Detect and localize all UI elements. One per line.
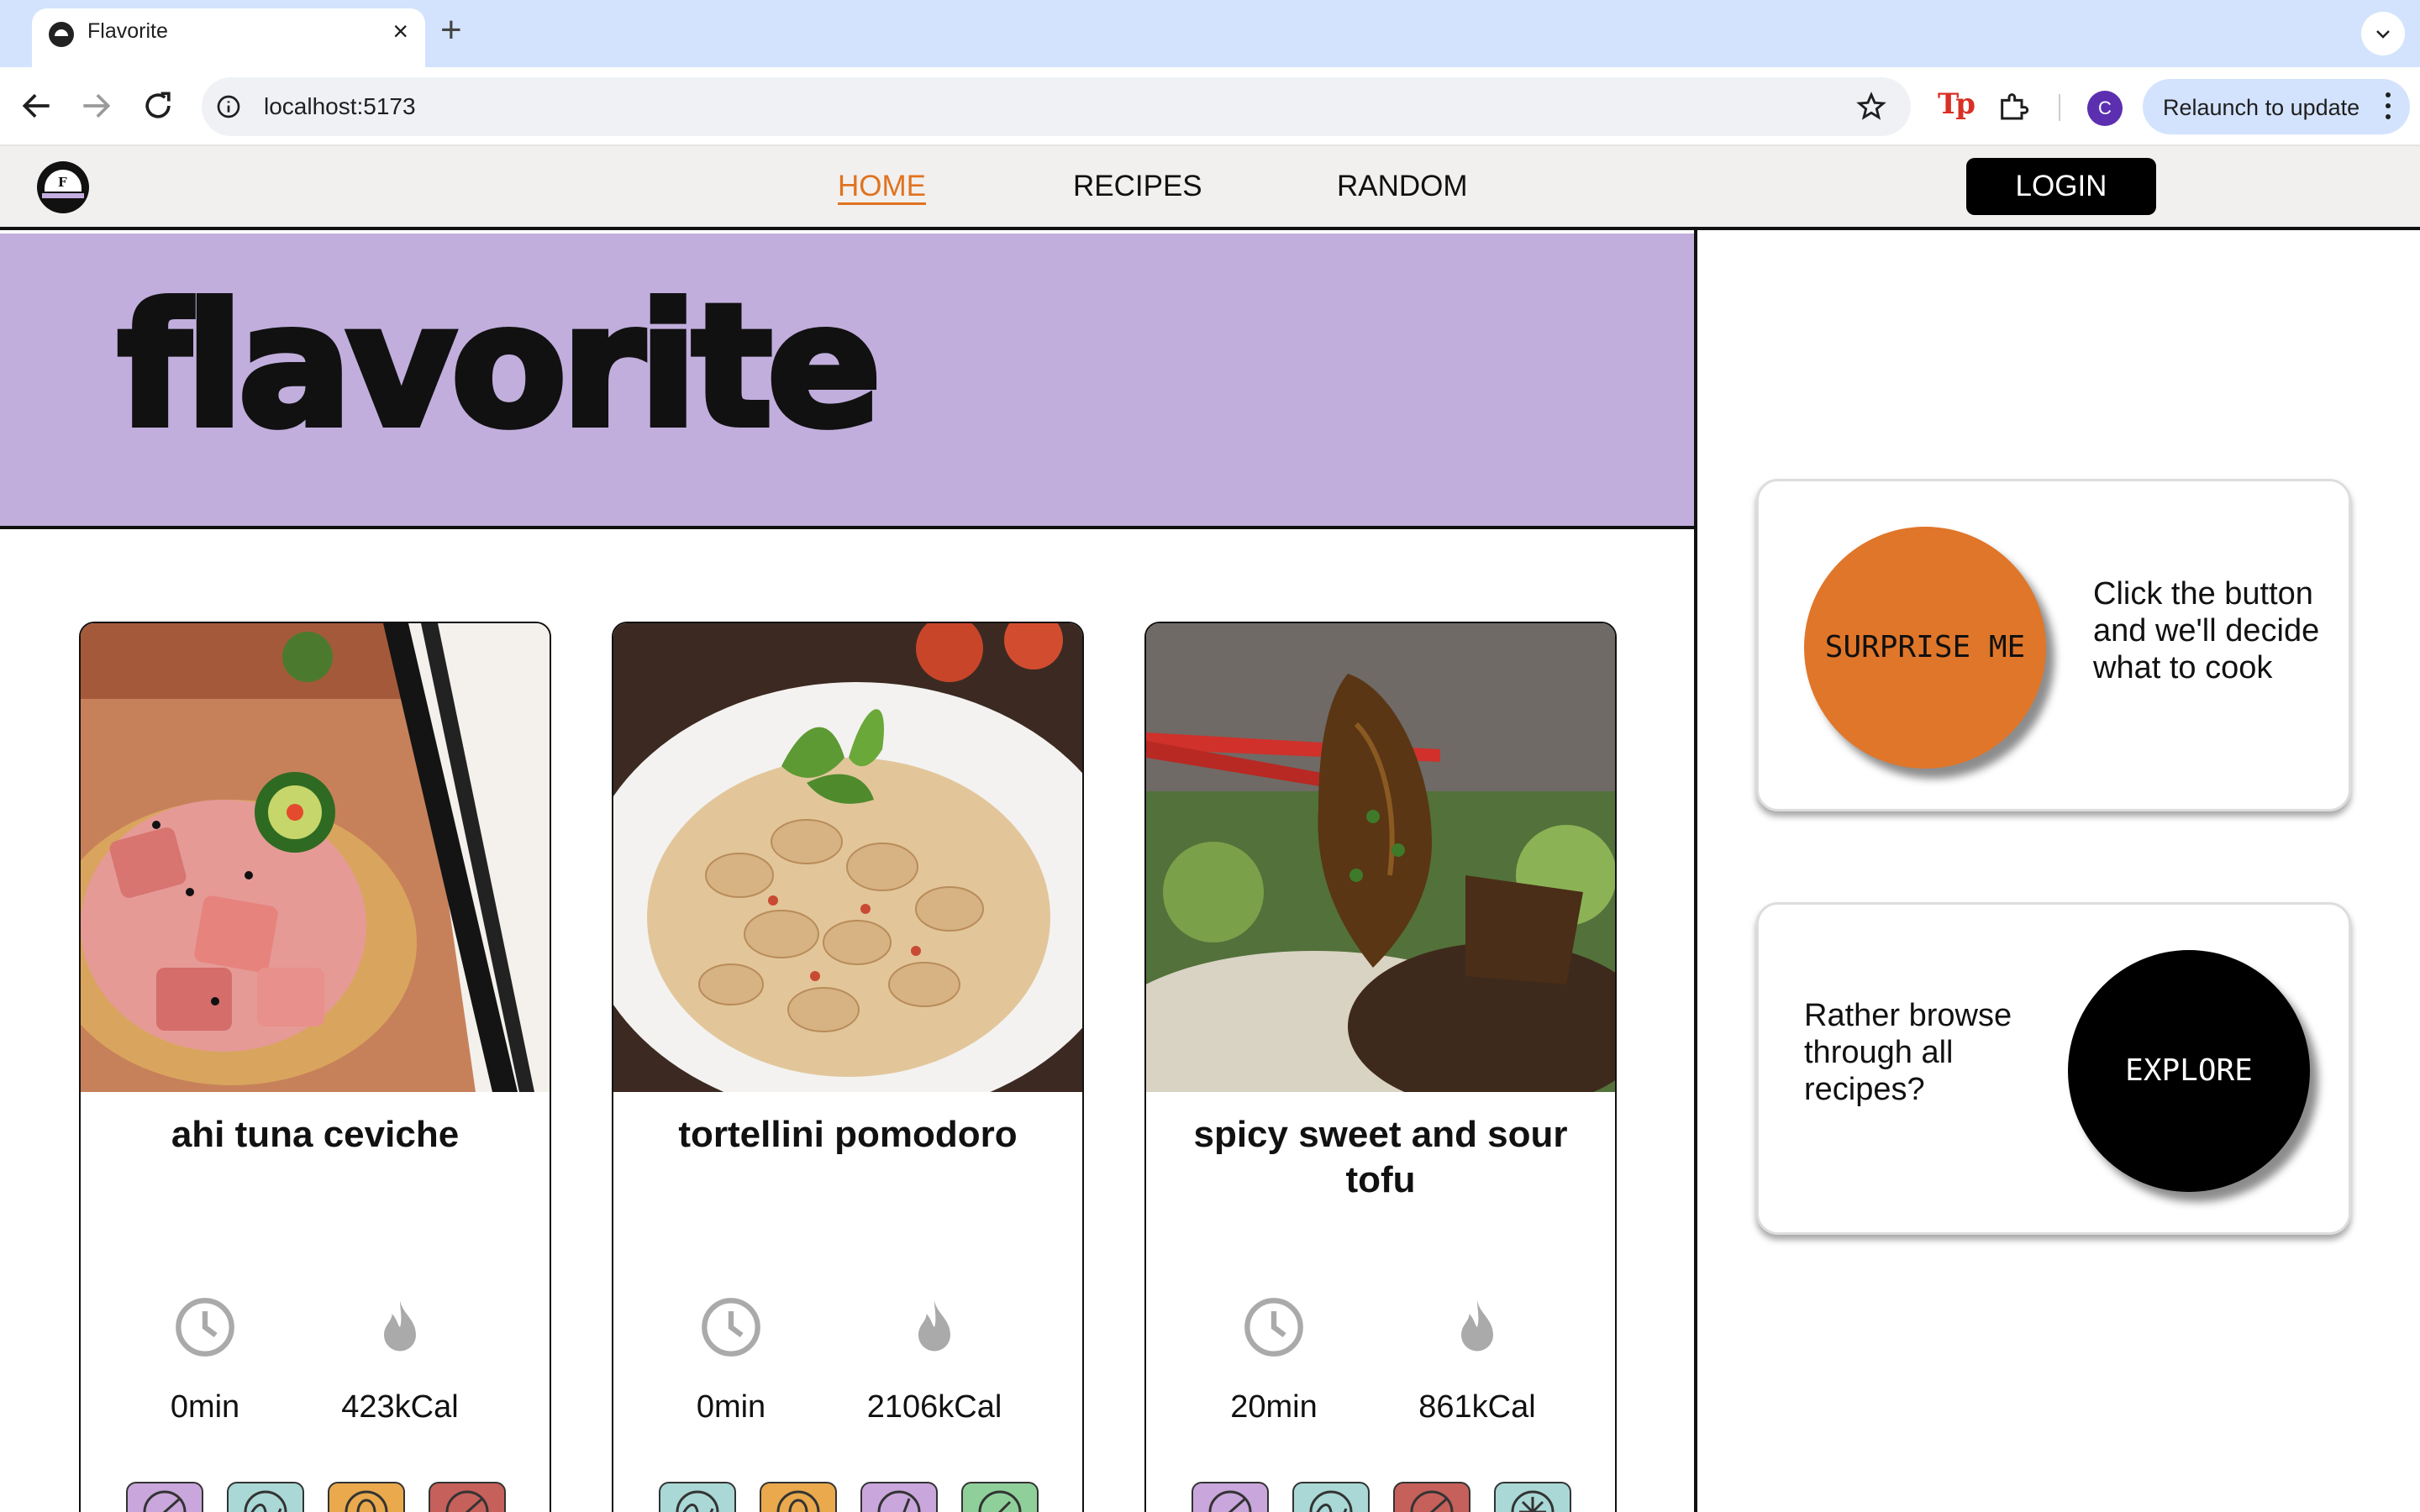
flame-icon (384, 1300, 416, 1352)
profile-avatar[interactable]: C (2087, 91, 2123, 126)
explore-description: Rather browse through all recipes? (1804, 998, 2012, 1107)
tab-title: Flavorite (87, 19, 168, 43)
address-bar[interactable]: localhost:5173 (202, 77, 1911, 136)
sugar-free-icon (1192, 1482, 1269, 1512)
relaunch-label: Relaunch to update (2163, 95, 2360, 120)
hero-title: flavorite (114, 265, 885, 468)
dairy-free-icon (1494, 1482, 1571, 1512)
favicon-icon (49, 22, 74, 47)
close-tab-icon[interactable]: × (392, 17, 408, 45)
recipe-name[interactable]: spicy sweet and sour tofu (1163, 1112, 1598, 1203)
nav-link-recipes[interactable]: RECIPES (1073, 170, 1202, 203)
toolbar-divider (2059, 94, 2060, 121)
surprise-me-button[interactable]: SURPRISE ME (1804, 527, 2046, 769)
cook-time: 0min (170, 1389, 240, 1425)
seafood-icon (227, 1482, 304, 1512)
kebab-menu-icon[interactable] (2385, 91, 2391, 121)
forward-icon[interactable] (77, 87, 114, 124)
calories: 2106kCal (866, 1389, 1002, 1425)
cook-time: 0min (696, 1389, 766, 1425)
back-icon[interactable] (18, 87, 55, 124)
browser-tab[interactable]: Flavorite × (32, 8, 425, 67)
url-text: localhost:5173 (264, 93, 416, 119)
login-button[interactable]: LOGIN (1966, 158, 2156, 215)
recipe-image-ahi-tuna-ceviche[interactable] (81, 623, 550, 1092)
reload-icon[interactable] (139, 87, 176, 124)
clock-icon (1244, 1298, 1303, 1357)
recipe-name[interactable]: tortellini pomodoro (630, 1112, 1065, 1158)
surprise-panel: SURPRISE ME Click the button and we'll d… (1756, 479, 2351, 811)
seafood-icon (1292, 1482, 1370, 1512)
tab-search-button[interactable] (2361, 12, 2405, 55)
extension-tp-icon[interactable]: Tp (1938, 87, 1975, 121)
chevron-down-icon (2376, 30, 2390, 39)
recipe-card[interactable]: ahi tuna ceviche 0min 423kCal (79, 622, 551, 1512)
no-meat-icon (429, 1482, 506, 1512)
calories: 861kCal (1418, 1389, 1536, 1425)
browser-toolbar: localhost:5173 Tp C Relaunch to update (0, 67, 2420, 146)
vegetarian-icon (860, 1482, 938, 1512)
new-tab-icon[interactable]: + (440, 12, 462, 49)
nav-link-home[interactable]: HOME (838, 170, 926, 203)
site-info-icon[interactable] (215, 93, 242, 120)
flame-icon (918, 1300, 950, 1352)
nav-link-random[interactable]: RANDOM (1337, 170, 1468, 203)
nut-free-icon (760, 1482, 837, 1512)
hero-banner: flavorite (0, 234, 1696, 529)
clock-icon (702, 1298, 760, 1357)
nut-free-icon (328, 1482, 405, 1512)
clock-icon (176, 1298, 234, 1357)
site-navbar: F HOME RECIPES RANDOM LOGIN (0, 146, 2420, 230)
column-divider (1694, 230, 1697, 1512)
extensions-puzzle-icon[interactable] (1996, 89, 2030, 123)
cook-time: 20min (1230, 1389, 1318, 1425)
explore-button[interactable]: EXPLORE (2068, 950, 2310, 1192)
sugar-free-icon (126, 1482, 203, 1512)
seafood-icon (659, 1482, 736, 1512)
surprise-description: Click the button and we'll decide what t… (2093, 576, 2320, 685)
recipe-card[interactable]: spicy sweet and sour tofu 20min 861kCal (1144, 622, 1617, 1512)
recipe-card[interactable]: tortellini pomodoro 0min 2106kCal (612, 622, 1084, 1512)
recipe-image-tortellini-pomodoro[interactable] (613, 623, 1082, 1092)
site-logo-icon[interactable]: F (37, 161, 89, 213)
bookmark-star-icon[interactable] (1855, 91, 1887, 123)
recipe-name[interactable]: ahi tuna ceviche (97, 1112, 533, 1158)
logo-letter: F (58, 175, 67, 190)
relaunch-button[interactable]: Relaunch to update (2143, 79, 2410, 134)
explore-panel: Rather browse through all recipes? EXPLO… (1756, 902, 2351, 1235)
browser-tabstrip: Flavorite × + (0, 0, 2420, 67)
recipe-image-spicy-sweet-and-sour-tofu[interactable] (1146, 623, 1615, 1092)
vegan-icon (961, 1482, 1039, 1512)
flame-icon (1461, 1300, 1493, 1352)
no-meat-icon (1393, 1482, 1470, 1512)
calories: 423kCal (341, 1389, 459, 1425)
